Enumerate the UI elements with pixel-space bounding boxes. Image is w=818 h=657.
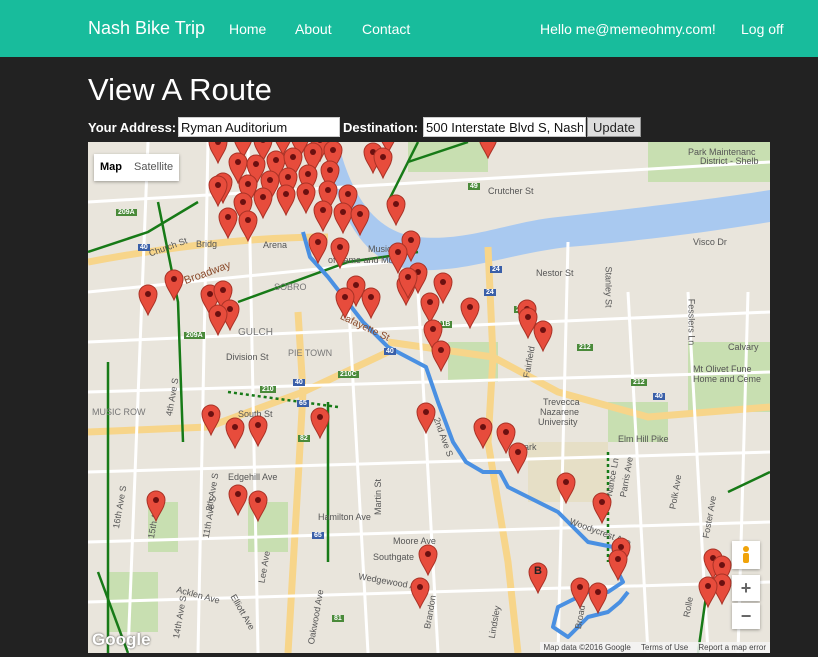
- map-marker[interactable]: [310, 407, 330, 440]
- map-marker[interactable]: [330, 237, 350, 270]
- map-marker[interactable]: [410, 577, 430, 610]
- map-marker[interactable]: [431, 340, 451, 373]
- marker-layer: [138, 142, 732, 615]
- map-marker[interactable]: [479, 142, 497, 160]
- map-marker[interactable]: [276, 184, 296, 217]
- map-marker[interactable]: [608, 549, 628, 582]
- map-marker[interactable]: [313, 200, 333, 233]
- map-marker[interactable]: [361, 287, 381, 320]
- update-button[interactable]: Update: [587, 117, 641, 137]
- marker-b-label: B: [534, 565, 542, 577]
- map-marker[interactable]: [373, 147, 393, 180]
- street-view-pegman[interactable]: [732, 541, 760, 569]
- destination-label: Destination:: [343, 120, 419, 135]
- map-marker[interactable]: [460, 297, 480, 330]
- map-type-map-button[interactable]: Map: [94, 154, 128, 181]
- map-marker[interactable]: [556, 472, 576, 505]
- zoom-out-button[interactable]: −: [732, 603, 760, 629]
- map-marker[interactable]: [248, 490, 268, 523]
- terms-of-use-link[interactable]: Terms of Use: [641, 643, 688, 652]
- destination-marker-b[interactable]: B: [528, 562, 548, 595]
- nav-home[interactable]: Home: [229, 21, 266, 37]
- map-marker[interactable]: [164, 269, 184, 302]
- map-marker[interactable]: [296, 182, 316, 215]
- top-navbar: Nash Bike Trip Home About Contact Hello …: [0, 0, 818, 57]
- route-map[interactable]: Crutcher St Visco Dr Nestor St Stanley S…: [88, 142, 770, 653]
- map-marker[interactable]: [416, 402, 436, 435]
- page-title: View A Route: [88, 72, 272, 107]
- map-type-satellite-button[interactable]: Satellite: [128, 154, 179, 181]
- map-marker[interactable]: [592, 492, 612, 525]
- map-marker[interactable]: [228, 484, 248, 517]
- map-marker[interactable]: [146, 490, 166, 523]
- map-marker[interactable]: [308, 232, 328, 265]
- map-marker[interactable]: [588, 582, 608, 615]
- address-input[interactable]: [178, 117, 340, 137]
- map-marker[interactable]: [350, 204, 370, 237]
- map-marker[interactable]: [508, 442, 528, 475]
- map-marker[interactable]: [218, 207, 238, 240]
- map-marker[interactable]: [698, 576, 718, 609]
- google-logo: Google: [92, 630, 151, 649]
- pegman-icon: [743, 546, 749, 563]
- route-form: Your Address: Destination: Update: [88, 116, 818, 140]
- nav-contact[interactable]: Contact: [362, 21, 410, 37]
- map-marker[interactable]: [335, 287, 355, 320]
- nav-about[interactable]: About: [295, 21, 332, 37]
- report-map-error-link[interactable]: Report a map error: [698, 643, 766, 652]
- map-marker[interactable]: [201, 404, 221, 437]
- map-marker[interactable]: [418, 544, 438, 577]
- map-marker[interactable]: [208, 304, 228, 337]
- map-marker[interactable]: [473, 417, 493, 450]
- map-marker[interactable]: [248, 415, 268, 448]
- user-greeting-link[interactable]: Hello me@memeohmy.com!: [540, 21, 716, 37]
- map-marker[interactable]: [208, 142, 228, 165]
- zoom-in-button[interactable]: +: [732, 575, 760, 601]
- map-attribution: Map data ©2016 Google Terms of Use Repor…: [539, 642, 770, 653]
- logoff-link[interactable]: Log off: [741, 21, 784, 37]
- map-marker[interactable]: [225, 417, 245, 450]
- map-marker[interactable]: [420, 292, 440, 325]
- map-marker[interactable]: [333, 202, 353, 235]
- map-type-control: Map Satellite: [94, 154, 180, 181]
- map-data-credit: Map data ©2016 Google: [543, 643, 631, 652]
- map-marker[interactable]: [533, 320, 553, 353]
- map-marker[interactable]: [138, 284, 158, 317]
- map-marker[interactable]: [386, 194, 406, 227]
- map-marker[interactable]: [253, 187, 273, 220]
- brand-link[interactable]: Nash Bike Trip: [88, 18, 205, 39]
- map-marker[interactable]: [570, 577, 590, 610]
- address-label: Your Address:: [88, 120, 177, 135]
- map-marker[interactable]: [238, 210, 258, 243]
- map-marker[interactable]: [208, 175, 228, 208]
- destination-input[interactable]: [423, 117, 586, 137]
